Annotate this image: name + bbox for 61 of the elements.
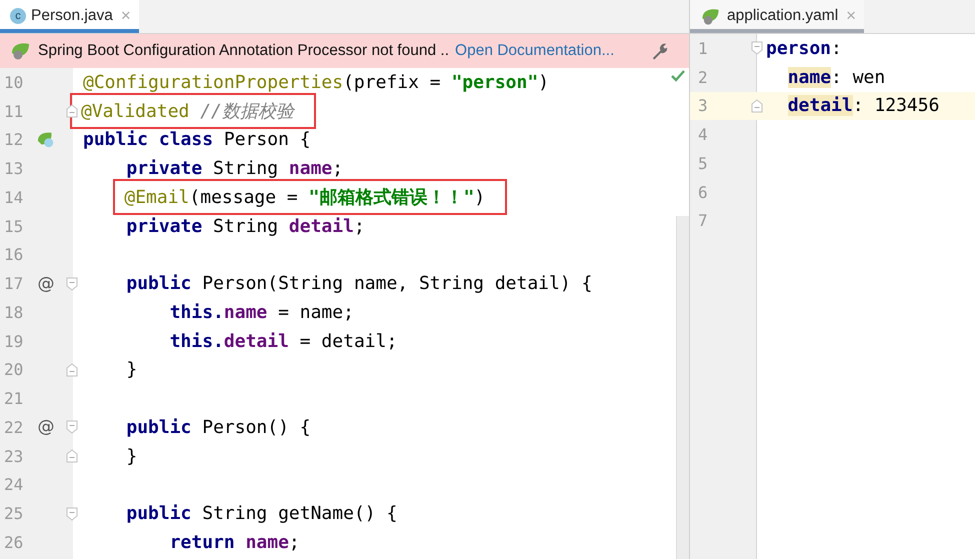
fold-icon[interactable] (66, 362, 78, 377)
code-line: return name; (170, 532, 300, 553)
editor-tab[interactable]: application.yaml × (690, 0, 864, 33)
wrench-icon[interactable] (650, 42, 669, 60)
code-line: this.detail = detail; (170, 330, 398, 352)
line-number: 12 (3, 130, 24, 150)
bean-icon[interactable] (37, 130, 55, 149)
code-line: detail: 123456 (788, 95, 940, 116)
line-number: 10 (3, 72, 24, 92)
class-icon: c (10, 8, 26, 24)
open-documentation-link[interactable]: Open Documentation... (455, 42, 614, 60)
line-number: 23 (3, 446, 24, 466)
implements-marker[interactable]: @ (38, 417, 54, 438)
line-number: 17 (3, 274, 24, 294)
code-line: public class Person { (83, 129, 311, 150)
line-number: 19 (3, 332, 24, 351)
line-number: 25 (3, 504, 24, 524)
line-number: 26 (3, 532, 24, 552)
line-number: 7 (697, 211, 709, 230)
code-line: } (126, 446, 138, 467)
fold-icon[interactable] (751, 41, 763, 56)
line-number: 20 (3, 360, 24, 380)
implements-marker[interactable]: @ (38, 274, 54, 294)
line-number: 13 (3, 159, 24, 178)
code-line: person: (766, 38, 842, 59)
code-line: this.name = name; (170, 302, 354, 323)
scrollbar-thumb[interactable] (676, 216, 689, 559)
check-icon[interactable] (671, 70, 685, 82)
banner-message: Spring Boot Configuration Annotation Processor not found .. (38, 42, 450, 60)
fold-icon[interactable] (751, 98, 763, 113)
line-number: 24 (3, 475, 24, 494)
code-line: name: wen (788, 66, 886, 88)
line-number: 4 (697, 125, 709, 144)
fold-icon[interactable] (66, 506, 78, 521)
line-number: 15 (3, 216, 24, 236)
line-number: 3 (697, 96, 709, 116)
code-line: @ConfigurationProperties(prefix = "person") (83, 72, 550, 93)
fold-icon[interactable] (66, 420, 78, 434)
code-line: @Email(message = "邮箱格式错误！！") (115, 181, 506, 214)
line-number: 18 (3, 302, 24, 322)
line-number: 22 (3, 418, 24, 437)
line-number: 1 (697, 38, 709, 58)
fold-icon[interactable] (66, 104, 78, 118)
editor-tab[interactable]: c Person.java × (0, 0, 139, 33)
line-number: 6 (697, 182, 709, 202)
code-line: @Validated //数据校验 (72, 95, 314, 128)
code-line: } (126, 359, 138, 380)
code-line: private String detail; (126, 216, 365, 237)
code-line: public Person() { (126, 416, 311, 438)
line-number: 16 (3, 245, 24, 264)
line-number: 14 (3, 188, 24, 207)
leaf-icon (10, 41, 32, 61)
code-line: public String getName() { (126, 503, 398, 524)
fold-icon[interactable] (66, 449, 78, 464)
line-number: 11 (3, 102, 24, 121)
line-number: 2 (697, 68, 709, 87)
code-line: public Person(String name, String detail) { (126, 273, 592, 294)
fold-icon[interactable] (66, 276, 78, 291)
line-number: 21 (3, 389, 24, 408)
line-number: 5 (697, 154, 709, 173)
code-line: private String name; (126, 158, 344, 180)
